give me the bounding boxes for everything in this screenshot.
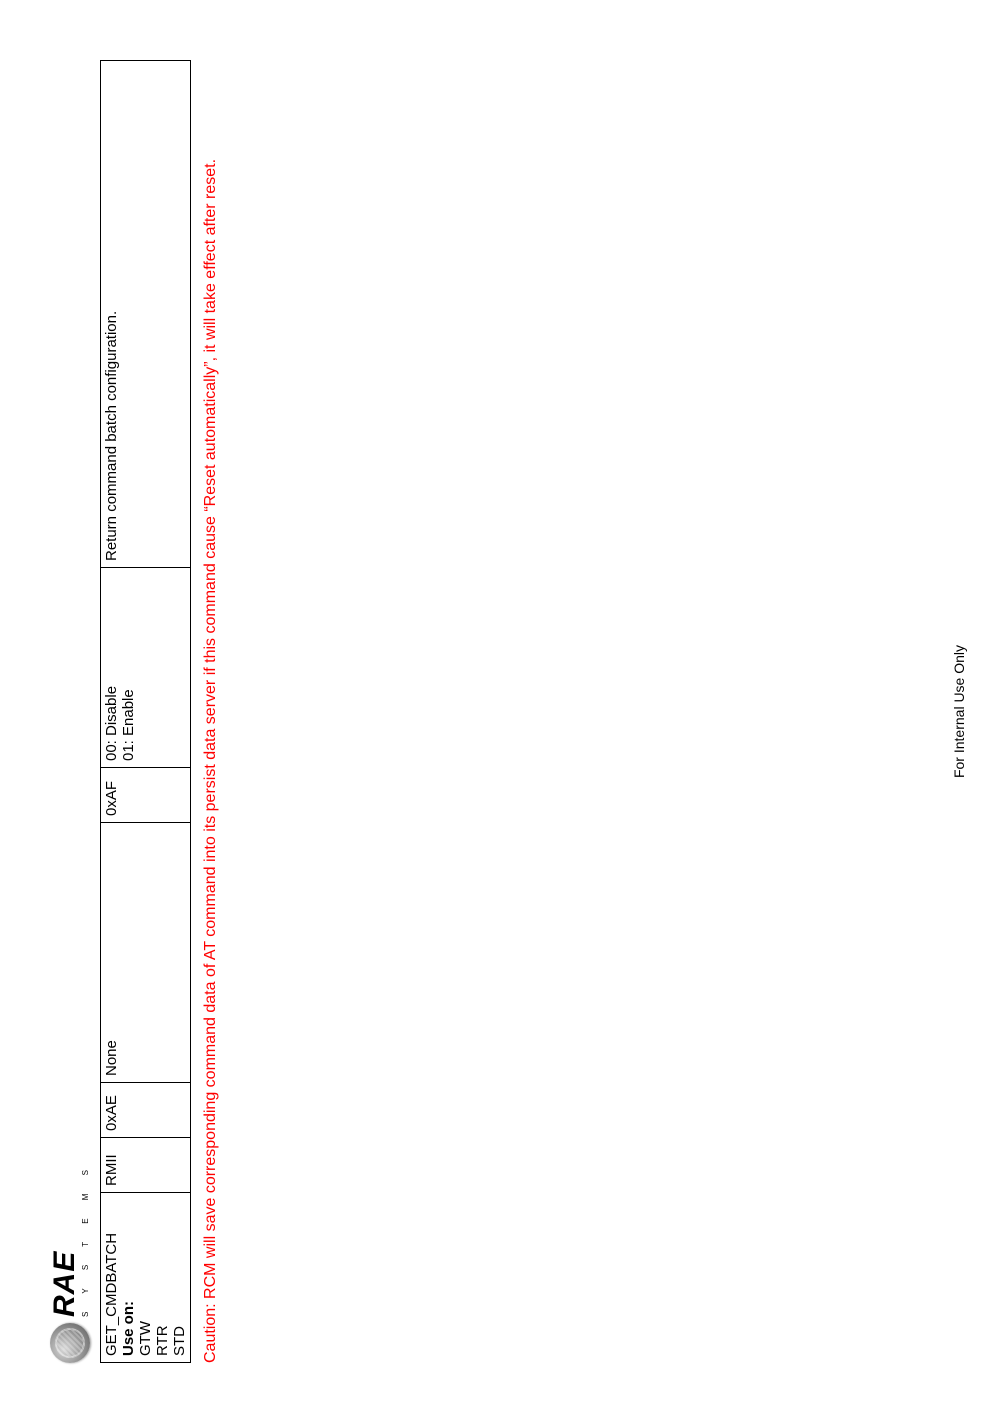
logo-mark-icon: [50, 1323, 90, 1363]
cmd-type: RMII: [101, 1138, 191, 1193]
return-param-2: 01: Enable: [120, 574, 137, 761]
return-cmd: 0xAF: [101, 768, 191, 823]
return-param-1: 00: Disable: [103, 574, 120, 761]
footer-text: For Internal Use Only: [951, 0, 967, 1423]
cmd-description: Return command batch configuration.: [101, 61, 191, 568]
use-on-gtw: GTW: [137, 1199, 154, 1356]
send-param: None: [101, 823, 191, 1083]
use-on-label: Use on:: [120, 1199, 137, 1356]
caution-text: Caution: RCM will save corresponding com…: [201, 60, 222, 1363]
use-on-rtr: RTR: [154, 1199, 171, 1356]
send-cmd: 0xAE: [101, 1083, 191, 1138]
use-on-std: STD: [171, 1199, 188, 1356]
cmd-name: GET_CMDBATCH: [103, 1199, 120, 1356]
command-spec-table: GET_CMDBATCH Use on: GTW RTR STD RMII 0x…: [100, 60, 191, 1363]
logo: RAE S Y S T E M S: [50, 60, 90, 1363]
table-row: GET_CMDBATCH Use on: GTW RTR STD RMII 0x…: [101, 61, 191, 1363]
logo-tagline: S Y S T E M S: [82, 1162, 90, 1317]
logo-brand: RAE: [50, 1162, 80, 1317]
